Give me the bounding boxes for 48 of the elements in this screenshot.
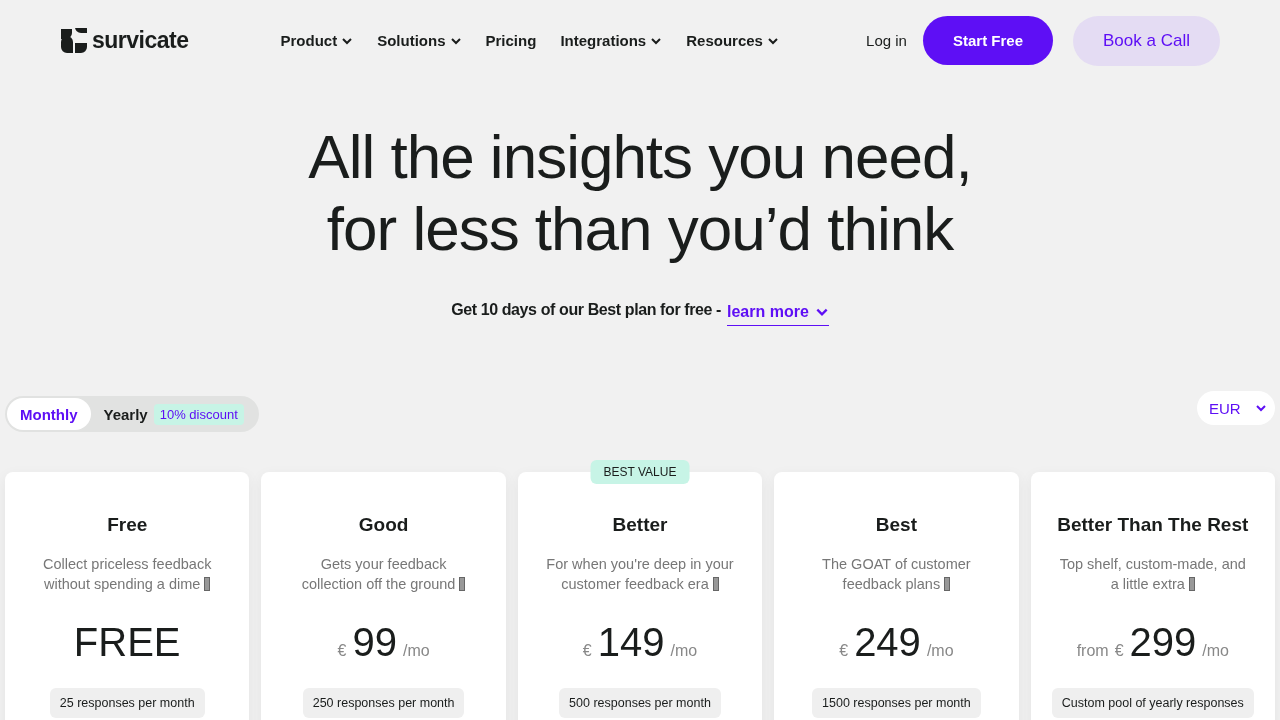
- currency-symbol: €: [337, 642, 347, 660]
- response-quota: 25 responses per month: [49, 688, 205, 718]
- nav-link[interactable]: Product: [280, 32, 354, 49]
- logo-icon: [60, 27, 88, 54]
- plan-price: FREE: [73, 620, 181, 665]
- currency-symbol: €: [582, 642, 592, 660]
- response-quota: 500 responses per month: [559, 688, 721, 718]
- plan-name: Better Than The Rest: [1057, 514, 1249, 536]
- response-quota: Custom pool of yearly responses: [1051, 688, 1254, 718]
- price-prefix: from: [1076, 642, 1109, 660]
- plan-name: Good: [358, 514, 409, 536]
- plan-price: 299: [1129, 620, 1197, 665]
- response-quota: 250 responses per month: [302, 688, 465, 718]
- currency-select[interactable]: EUR: [1197, 391, 1275, 425]
- plan-name: Best: [875, 514, 917, 536]
- nav-link[interactable]: Integrations: [560, 32, 663, 49]
- billing-option[interactable]: Yearly 10% discount: [90, 398, 257, 430]
- plan-price: 149: [597, 620, 665, 665]
- currency-symbol: €: [839, 642, 849, 660]
- plan-name: Better: [612, 514, 668, 536]
- plan-description: For when you're deep in your customer feedback era: [545, 555, 735, 594]
- price-period: /mo: [926, 642, 954, 660]
- plan-price: 99: [352, 620, 397, 665]
- chevron-down-icon: [1255, 402, 1267, 414]
- hero-subtitle: Get 10 days of our Best plan for free -: [451, 300, 721, 319]
- login-link[interactable]: Log in: [866, 32, 907, 49]
- response-quota: 1500 responses per month: [812, 688, 981, 718]
- plan-description: Collect priceless feedback without spending a dime: [41, 555, 213, 594]
- best-value-badge: BEST VALUE: [590, 460, 690, 484]
- learn-more-link[interactable]: learn more: [727, 299, 829, 326]
- plan-name: Free: [107, 514, 148, 536]
- currency-symbol: €: [1114, 642, 1124, 660]
- price-period: /mo: [670, 642, 698, 660]
- price-period: /mo: [1202, 642, 1229, 660]
- nav-link[interactable]: Resources: [686, 32, 779, 49]
- discount-badge: 10% discount: [153, 403, 244, 425]
- plan-price: 249: [854, 620, 921, 665]
- nav-link[interactable]: Solutions: [377, 32, 462, 49]
- plan-description: Top shelf, custom-made, and a little extra: [1058, 555, 1247, 594]
- plan-description: Gets your feedback collection off the ground: [271, 554, 496, 594]
- hero-title: All the insights you need, for less than you’d think: [308, 121, 972, 265]
- nav-link[interactable]: Pricing: [485, 32, 537, 49]
- plan-description: The GOAT of customer feedback plans: [821, 555, 972, 594]
- logo-wordmark[interactable]: survicate: [92, 27, 189, 54]
- start-free-button[interactable]: Start Free: [922, 16, 1053, 65]
- billing-option[interactable]: Monthly: [7, 398, 91, 430]
- book-call-button[interactable]: Book a Call: [1073, 15, 1220, 66]
- price-period: /mo: [402, 642, 430, 660]
